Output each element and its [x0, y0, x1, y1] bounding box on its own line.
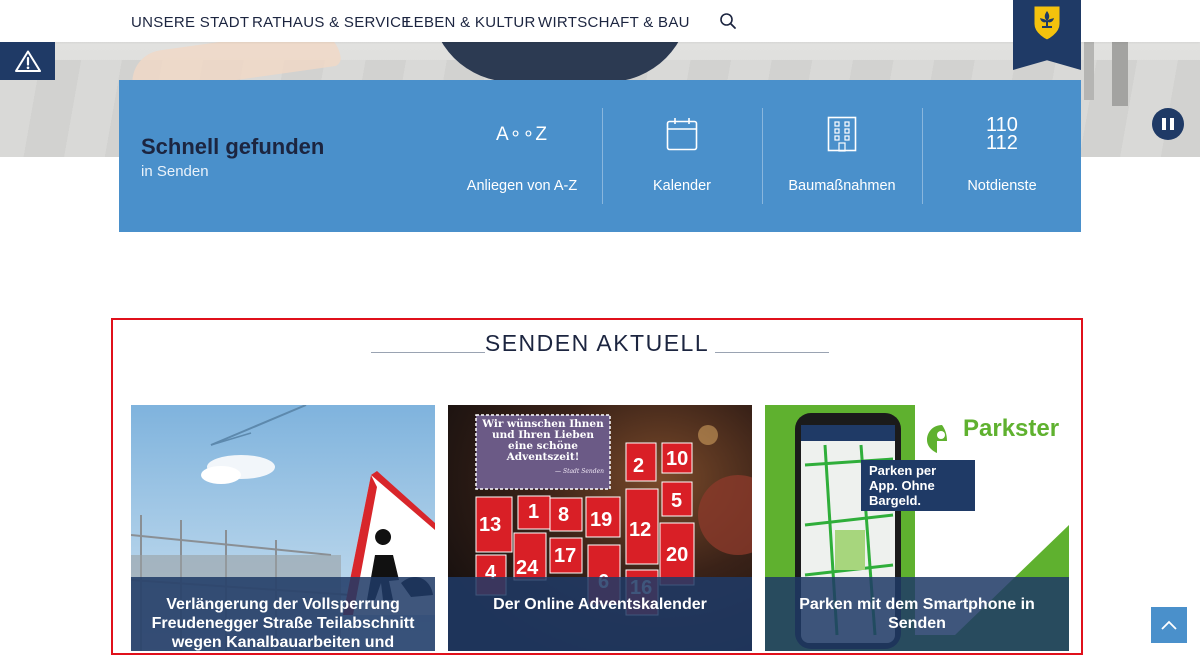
quick-item-label: Notdienste — [967, 178, 1037, 194]
quick-access-panel: Schnell gefunden in Senden A∘∘Z Anliegen… — [119, 80, 1081, 232]
advent-door-number: 17 — [554, 545, 577, 567]
emergency-numbers-icon: 110 112 — [922, 108, 1082, 160]
parkster-bubble: Parken per App. Ohne Bargeld. — [861, 460, 975, 511]
quick-access-title: Schnell gefunden — [141, 134, 325, 159]
advent-door-number: 8 — [558, 504, 570, 526]
hero-pole — [1084, 40, 1094, 100]
news-section: SENDEN AKTUELL Verlängerung der Vollsper… — [111, 318, 1083, 655]
pause-icon — [1170, 118, 1174, 130]
advent-door-number: 19 — [590, 509, 613, 531]
advent-door-number: 13 — [479, 514, 502, 536]
parkster-brand: Parkster — [963, 415, 1060, 442]
quick-item-label: Anliegen von A-Z — [466, 178, 578, 194]
advent-door-number: 5 — [671, 490, 683, 512]
quick-item-a-z[interactable]: A∘∘Z Anliegen von A-Z — [442, 108, 602, 208]
quick-item-calendar[interactable]: Kalender — [602, 108, 762, 208]
city-crest-logo[interactable] — [1013, 0, 1081, 70]
news-card-road-closure[interactable]: Verlängerung der Vollsperrung Freudenegg… — [131, 405, 435, 651]
alert-button[interactable] — [0, 42, 55, 80]
pause-icon — [1162, 118, 1166, 130]
quick-item-construction[interactable]: Baumaßnahmen — [762, 108, 922, 208]
warning-triangle-icon — [14, 50, 41, 72]
calendar-icon — [666, 118, 698, 151]
news-card-caption: Der Online Adventskalender — [448, 577, 752, 651]
nav-item-unsere-stadt[interactable]: UNSERE STADT — [131, 14, 249, 31]
advent-banner-signature: — Stadt Senden — [555, 468, 604, 475]
chevron-up-icon — [1161, 620, 1177, 630]
city-crest-icon — [1033, 5, 1061, 41]
building-icon — [827, 116, 857, 152]
news-card-caption: Verlängerung der Vollsperrung Freudenegg… — [131, 577, 435, 651]
news-card-caption: Parken mit dem Smartphone in Senden — [765, 577, 1069, 651]
back-to-top-button[interactable] — [1151, 607, 1187, 643]
quick-access-subtitle: in Senden — [141, 163, 209, 180]
quick-item-label: Kalender — [652, 178, 712, 194]
advent-door-number: 10 — [666, 448, 689, 470]
nav-item-leben-kultur[interactable]: LEBEN & KULTUR — [405, 14, 536, 31]
advent-banner-text: Wir wünschen Ihnen und Ihren Lieben eine… — [482, 418, 604, 463]
advent-door-number: 1 — [528, 501, 540, 523]
news-card-advent-calendar[interactable]: Wir wünschen Ihnen und Ihren Lieben eine… — [448, 405, 752, 651]
news-card-parkster[interactable]: Parkster Parken per App. Ohne Bargeld. P… — [765, 405, 1069, 651]
slideshow-pause-button[interactable] — [1152, 108, 1184, 140]
quick-item-emergency[interactable]: 110 112 Notdienste — [922, 108, 1082, 208]
a-to-z-icon: A∘∘Z — [495, 123, 549, 145]
nav-item-rathaus-service[interactable]: RATHAUS & SERVICE — [252, 14, 412, 31]
search-icon[interactable] — [719, 12, 737, 30]
advent-door-number: 20 — [666, 544, 689, 566]
news-header: SENDEN AKTUELL — [113, 330, 1081, 357]
advent-door-number: 12 — [629, 519, 652, 541]
news-section-title: SENDEN AKTUELL — [484, 330, 710, 356]
quick-item-label: Baumaßnahmen — [788, 178, 896, 194]
nav-item-wirtschaft-bau[interactable]: WIRTSCHAFT & BAU — [538, 14, 690, 31]
title-rule-left — [371, 352, 485, 353]
title-rule-right — [715, 352, 829, 353]
emergency-number-2: 112 — [986, 132, 1018, 154]
advent-door-number: 2 — [633, 455, 645, 477]
hero-pole — [1112, 40, 1128, 106]
